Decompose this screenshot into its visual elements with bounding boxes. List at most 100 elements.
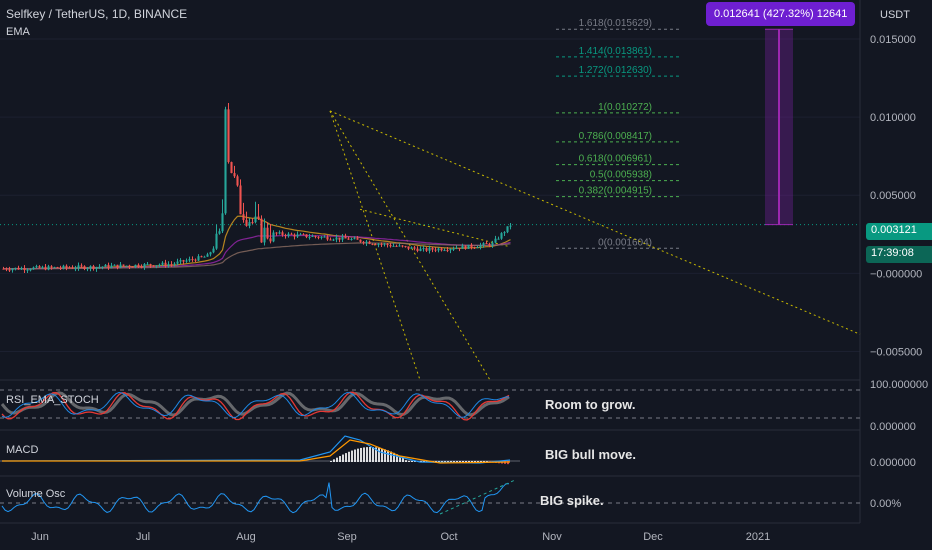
candle-body: [236, 176, 239, 186]
candle-body: [341, 236, 344, 240]
symbol-title[interactable]: Selfkey / TetherUS, 1D, BINANCE: [6, 7, 187, 21]
candle-body: [467, 244, 470, 249]
candle-body: [113, 264, 116, 266]
candle-body: [446, 250, 449, 252]
candle-body: [158, 264, 161, 266]
candle-body: [107, 264, 110, 268]
candle-body: [188, 259, 191, 261]
candle-body: [314, 236, 317, 238]
candle-body: [23, 268, 26, 271]
time-axis[interactable]: Jun Jul Aug Sep Oct Nov Dec 2021: [31, 531, 770, 543]
candle-body: [149, 264, 152, 266]
fibonacci-levels: 1.618(0.015629) 1.414(0.013861) 1.272(0.01…: [0, 18, 860, 249]
candle-body: [383, 243, 386, 245]
countdown-tag: 17:39:08: [866, 246, 932, 263]
macd-histogram-bar: [369, 447, 371, 462]
candle-body: [377, 244, 380, 246]
candle-body: [2, 268, 5, 270]
candle-body: [167, 264, 170, 266]
macd-panel-label[interactable]: MACD: [6, 444, 38, 456]
candle-body: [407, 246, 410, 249]
candle-body: [404, 246, 407, 248]
candle-body: [140, 266, 143, 268]
candle-body: [326, 236, 329, 240]
candle-body: [386, 243, 389, 246]
candle-body: [98, 266, 101, 268]
fib-level-label: 1.414(0.013861): [579, 46, 652, 57]
volume-osc-note: BIG spike.: [540, 493, 604, 508]
candle-body: [89, 266, 92, 269]
currency-unit[interactable]: USDT: [880, 9, 910, 21]
candle-body: [35, 266, 38, 268]
candle-body: [47, 266, 50, 270]
measure-tool[interactable]: [765, 28, 793, 226]
candle-body: [389, 245, 392, 247]
candle-body: [350, 238, 353, 240]
candle-body: [179, 260, 182, 262]
macd-histogram-bar: [366, 447, 368, 462]
ema-line: [3, 215, 511, 270]
candle-body: [428, 247, 431, 251]
candle-body: [8, 269, 11, 271]
trend-line: [329, 110, 421, 381]
candle-body: [14, 267, 17, 269]
candle-body: [191, 259, 194, 261]
candle-body: [101, 266, 104, 268]
candle-body: [299, 234, 302, 236]
candle-body: [503, 232, 506, 234]
macd-histogram-bar: [474, 461, 476, 462]
candle-body: [395, 245, 398, 247]
candle-body: [242, 214, 245, 221]
volume-osc-panel-label[interactable]: Volume Osc: [6, 488, 65, 500]
candle-body: [362, 241, 365, 244]
candle-body: [161, 262, 164, 265]
time-tick-label: Sep: [337, 531, 357, 543]
candle-body: [365, 241, 368, 244]
macd-histogram-bar: [333, 459, 335, 462]
candle-body: [212, 248, 215, 253]
chart-canvas[interactable]: 1.618(0.015629) 1.414(0.013861) 1.272(0.01…: [0, 0, 932, 550]
vol-trend-line: [439, 479, 516, 515]
ema-indicator-label[interactable]: EMA: [6, 26, 30, 38]
grid: [0, 0, 861, 524]
candle-body: [359, 239, 362, 242]
macd-histogram-bar: [351, 450, 353, 462]
candle-body: [155, 265, 158, 267]
macd-histogram-bar: [342, 454, 344, 462]
candle-body: [233, 173, 236, 177]
candle-body: [173, 263, 176, 265]
candle-body: [422, 248, 425, 250]
candle-body: [491, 242, 494, 246]
candle-body: [251, 222, 254, 224]
candle-body: [293, 234, 296, 237]
fib-level-label: 0.786(0.008417): [579, 131, 652, 142]
candle-body: [308, 236, 311, 238]
rsi-panel-label[interactable]: RSI_EMA_STOCH: [6, 394, 99, 406]
macd-histogram-bar: [384, 449, 386, 462]
candle-body: [221, 213, 224, 232]
candle-body: [257, 216, 260, 219]
candle-body: [437, 248, 440, 251]
measure-label: 0.012641 (427.32%) 12641: [706, 2, 856, 26]
macd-histogram-bar: [381, 448, 383, 462]
macd-histogram-bar: [357, 448, 359, 462]
candle-body: [230, 162, 233, 174]
macd-histogram-bar: [465, 461, 467, 462]
candle-body: [419, 248, 422, 251]
candle-body: [296, 234, 299, 237]
candle-body: [449, 249, 452, 251]
candle-body: [200, 256, 203, 258]
candle-body: [116, 264, 119, 268]
time-tick-label: Jul: [136, 531, 150, 543]
candle-body: [65, 265, 68, 268]
candle-body: [485, 243, 488, 245]
candle-body: [248, 222, 251, 226]
candle-body: [479, 244, 482, 248]
macd-histogram-bar: [339, 456, 341, 462]
candle-body: [278, 232, 281, 234]
candle-body: [464, 245, 467, 249]
candle-body: [353, 238, 356, 240]
candle-body: [470, 244, 473, 248]
macd-histogram-bar: [459, 461, 461, 462]
price-axis[interactable]: 0.015000 0.010000 0.005000 −0.000000 −0.0050…: [870, 34, 922, 358]
